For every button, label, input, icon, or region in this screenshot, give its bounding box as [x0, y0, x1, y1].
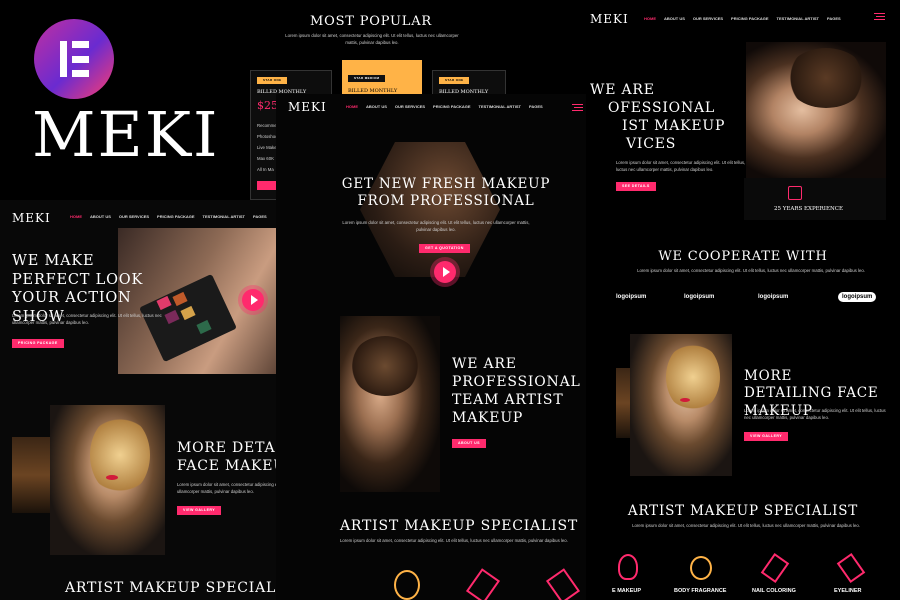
cooperate-text: Lorem ipsum dolor sit amet, consectetur …: [637, 268, 865, 273]
service-label: NAIL COLORING: [752, 588, 796, 594]
calendar-icon: [788, 186, 802, 200]
nav-pages[interactable]: PAGES: [253, 214, 267, 219]
face-makeup-icon: [618, 554, 638, 580]
nav-home[interactable]: HOME: [644, 16, 656, 21]
specialist-text: Lorem ipsum dolor sit amet, consectetur …: [340, 538, 568, 543]
plan-badge: STAR MEDIUM: [348, 75, 386, 82]
service-label: BODY FRAGRANCE: [674, 588, 727, 594]
menu-icon[interactable]: [874, 13, 885, 20]
play-video-button[interactable]: [434, 261, 456, 283]
nav-services[interactable]: OUR SERVICES: [693, 16, 723, 21]
services-text: Lorem ipsum dolor sit amet, consectetur …: [616, 160, 746, 172]
pricing-title: MOST POPULAR: [310, 14, 432, 29]
view-gallery-button[interactable]: VIEW GALLERY: [744, 432, 789, 441]
partner-logo: logoipsum: [616, 294, 647, 300]
nav-home[interactable]: HOME: [346, 104, 358, 109]
nav-about[interactable]: ABOUT US: [366, 104, 387, 109]
nav-pricing[interactable]: PRICING PACKAGE: [157, 214, 194, 219]
nav-testimonial[interactable]: TESTIMONIAL ARTIST: [479, 104, 521, 109]
woman-profile-photo: [340, 316, 440, 492]
feature-item: Max 60K: [257, 156, 274, 161]
specialist-title: ARTIST MAKEUP SPECIALIST: [340, 518, 578, 534]
brand-logo-text: MEKI: [32, 98, 220, 171]
partner-logo: logoipsum: [758, 294, 789, 300]
nail-polish-icon: [760, 553, 790, 583]
eyeliner-icon: [836, 553, 866, 583]
site-logo[interactable]: MEKI: [288, 100, 327, 114]
get-quotation-button[interactable]: GET A QUOTATION: [419, 244, 470, 253]
plan-price: $25: [257, 99, 278, 112]
elementor-logo-icon: [34, 19, 114, 99]
nail-polish-icon: [465, 568, 501, 600]
menu-icon[interactable]: [572, 104, 583, 111]
main-nav: HOME ABOUT US OUR SERVICES PRICING PACKA…: [346, 104, 543, 109]
experience-text: 25 YEARS EXPERIENCE: [774, 206, 844, 212]
nav-pages[interactable]: PAGES: [827, 16, 841, 21]
perfume-icon: [394, 570, 420, 600]
nav-about[interactable]: ABOUT US: [664, 16, 685, 21]
main-nav: HOME ABOUT US OUR SERVICES PRICING PACKA…: [644, 16, 841, 21]
site-logo[interactable]: MEKI: [12, 211, 51, 225]
nav-pages[interactable]: PAGES: [529, 104, 543, 109]
feature-item: Live Make: [257, 145, 277, 150]
nav-pricing[interactable]: PRICING PACKAGE: [433, 104, 470, 109]
experience-card: 25 YEARS EXPERIENCE: [744, 178, 886, 220]
feature-item: Photoshoo: [257, 134, 278, 139]
nav-testimonial[interactable]: TESTIMONIAL ARTIST: [777, 16, 819, 21]
nav-pricing[interactable]: PRICING PACKAGE: [731, 16, 768, 21]
specialist-title: ARTIST MAKEUP SPECIALIST: [65, 580, 303, 596]
perfume-icon: [690, 556, 712, 580]
plan-button[interactable]: [257, 181, 277, 190]
detail-text: Lorem ipsum dolor sit amet, consectetur …: [744, 408, 886, 420]
main-nav: HOME ABOUT US OUR SERVICES PRICING PACKA…: [70, 214, 267, 219]
woman-portrait-photo-main: [50, 405, 165, 555]
play-video-button[interactable]: [242, 289, 264, 311]
cooperate-title: WE COOPERATE WITH: [658, 249, 828, 264]
view-gallery-button[interactable]: VIEW GALLERY: [177, 506, 222, 515]
about-us-button[interactable]: ABOUT US: [452, 439, 486, 448]
nav-testimonial[interactable]: TESTIMONIAL ARTIST: [203, 214, 245, 219]
pricing-package-button[interactable]: PRICING PACKAGE: [12, 339, 64, 348]
woman-portrait-photo-main: [630, 334, 732, 476]
center-site-preview: MEKI HOME ABOUT US OUR SERVICES PRICING …: [276, 94, 586, 600]
plan-badge: STAR ONE: [257, 77, 288, 84]
hero-text: Lorem ipsum dolor sit amet, consectetur …: [342, 220, 530, 232]
nav-services[interactable]: OUR SERVICES: [119, 214, 149, 219]
plan-badge: STAR ONE: [439, 77, 470, 84]
eyeliner-icon: [545, 568, 581, 600]
site-logo[interactable]: MEKI: [590, 12, 629, 26]
nav-services[interactable]: OUR SERVICES: [395, 104, 425, 109]
hero-text: Lorem ipsum dolor sit amet, consectetur …: [12, 313, 162, 325]
hero-title: GET NEW FRESH MAKEUP FROM PROFESSIONAL: [341, 176, 551, 210]
pricing-text: Lorem ipsum dolor sit amet, consectetur …: [285, 33, 459, 45]
nav-about[interactable]: ABOUT US: [90, 214, 111, 219]
specialist-title: ARTIST MAKEUP SPECIALIST: [627, 503, 859, 519]
woman-profile-photo: [746, 42, 886, 178]
services-title: WE ARE OFESSIONAL IST MAKEUP VICES: [590, 82, 726, 152]
specialist-text: Lorem ipsum dolor sit amet, consectetur …: [632, 523, 860, 528]
nav-home[interactable]: HOME: [70, 214, 82, 219]
see-details-button[interactable]: SEE DETAILS: [616, 182, 656, 191]
partner-logo: logoipsum: [838, 292, 877, 302]
about-title: WE ARE PROFESSIONAL TEAM ARTIST MAKEUP: [452, 356, 581, 426]
right-site-preview: MEKI HOME ABOUT US OUR SERVICES PRICING …: [586, 0, 900, 600]
service-label: E MAKEUP: [612, 588, 642, 594]
partner-logo: logoipsum: [684, 294, 715, 300]
feature-item: All In Ma: [257, 167, 274, 172]
service-label: EYELINER: [834, 588, 862, 594]
